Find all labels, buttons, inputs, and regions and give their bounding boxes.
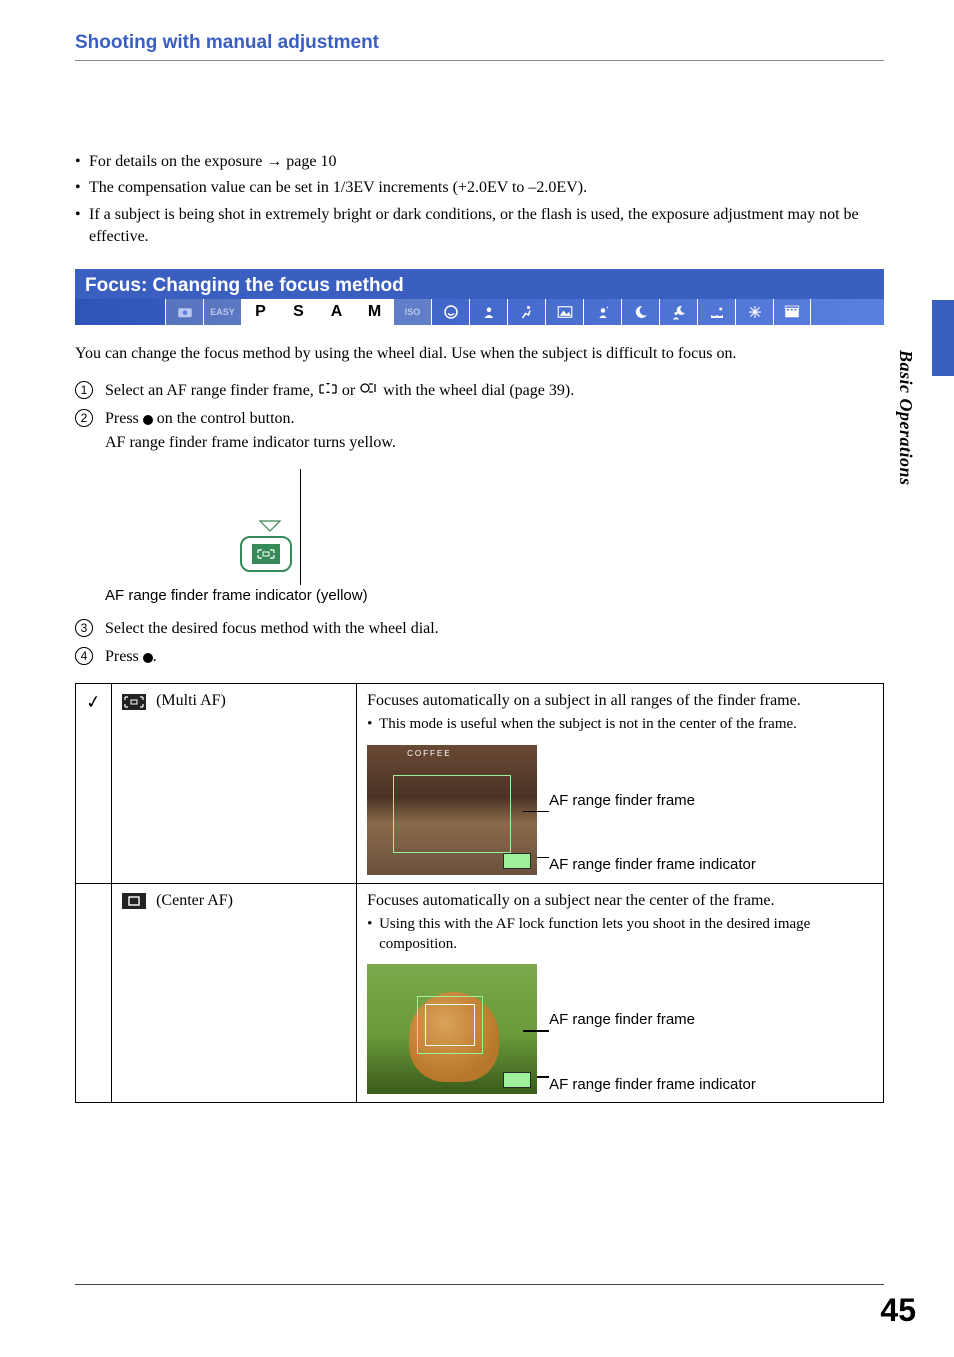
- af-indicator-badge-icon: [503, 1072, 531, 1088]
- af-indicator-badge-icon: [503, 853, 531, 869]
- footer-divider: [75, 1284, 884, 1285]
- focus-heading: Focus: Changing the focus method: [75, 269, 884, 299]
- section-tab: [932, 300, 954, 376]
- step-1-text-b: or: [342, 382, 359, 399]
- multi-af-icon: [122, 694, 146, 710]
- mode-twilight-portrait-icon: [659, 299, 697, 325]
- section-header: Shooting with manual adjustment: [75, 32, 884, 61]
- af-indicator-icon: [252, 544, 280, 564]
- step-3: 3 Select the desired focus method with t…: [75, 617, 884, 641]
- step-3-text: Select the desired focus method with the…: [105, 620, 439, 637]
- indicator-diagram: AF range finder frame indicator (yellow): [105, 469, 884, 609]
- mode-p: P: [241, 299, 279, 325]
- mode-portrait-icon: [469, 299, 507, 325]
- multi-af-note: This mode is useful when the subject is …: [367, 714, 873, 734]
- table-row: (Center AF) Focuses automatically on a s…: [76, 883, 884, 1103]
- table-row: ✓ (Multi AF) Focuses automatically on a …: [76, 684, 884, 883]
- mode-smile-icon: [431, 299, 469, 325]
- thumb-sign: COFFEE: [407, 749, 451, 758]
- center-af-icon: [122, 893, 146, 909]
- focus-intro: You can change the focus method by using…: [75, 343, 884, 365]
- mode-m: M: [355, 299, 393, 325]
- center-af-desc: Focuses automatically on a subject near …: [367, 892, 873, 910]
- center-af-desc-cell: Focuses automatically on a subject near …: [357, 883, 884, 1103]
- center-af-note: Using this with the AF lock function let…: [367, 914, 873, 955]
- step-list-2: 3 Select the desired focus method with t…: [75, 617, 884, 669]
- step-4-text-a: Press: [105, 648, 143, 665]
- mode-landscape-icon: [545, 299, 583, 325]
- mode-iso-icon: ISO: [393, 299, 431, 325]
- mode-beach-icon: [697, 299, 735, 325]
- mode-fireworks-icon: [735, 299, 773, 325]
- mode-camera-icon: [165, 299, 203, 325]
- check-icon: ✓: [85, 691, 103, 714]
- callout-indicator: AF range finder frame indicator: [549, 855, 756, 875]
- multi-af-desc: Focuses automatically on a subject in al…: [367, 692, 873, 710]
- mode-sport-icon: [507, 299, 545, 325]
- step-4-text-b: .: [153, 648, 157, 665]
- center-button-icon: [143, 653, 153, 663]
- step-list: 1 Select an AF range finder frame, or wi…: [75, 379, 884, 455]
- flexible-spot-icon: [318, 379, 338, 403]
- center-af-label-cell: (Center AF): [112, 883, 357, 1103]
- triangle-down-icon: [258, 519, 282, 533]
- mode-movie-icon: [773, 299, 811, 325]
- exposure-notes-list: For details on the exposure → page 10 Th…: [75, 151, 884, 249]
- step-4: 4 Press .: [75, 645, 884, 669]
- center-af-thumb: [367, 964, 537, 1094]
- mode-strip: EASY P S A M ISO: [75, 299, 884, 325]
- center-af-label: (Center AF): [152, 892, 233, 909]
- multi-af-label-cell: (Multi AF): [112, 684, 357, 883]
- step-1: 1 Select an AF range finder frame, or wi…: [75, 379, 884, 403]
- note-item: The compensation value can be set in 1/3…: [75, 177, 884, 199]
- note-item: For details on the exposure → page 10: [75, 151, 884, 173]
- mode-easy: EASY: [203, 299, 241, 325]
- step-2-sub: AF range finder frame indicator turns ye…: [105, 431, 884, 455]
- callout-indicator: AF range finder frame indicator: [549, 1075, 756, 1095]
- focus-methods-table: ✓ (Multi AF) Focuses automatically on a …: [75, 683, 884, 1103]
- diagram-caption: AF range finder frame indicator (yellow): [105, 587, 368, 604]
- multi-af-thumb: COFFEE: [367, 745, 537, 875]
- multi-af-desc-cell: Focuses automatically on a subject in al…: [357, 684, 884, 883]
- mode-s: S: [279, 299, 317, 325]
- default-check: ✓: [76, 684, 112, 883]
- note-item: If a subject is being shot in extremely …: [75, 204, 884, 249]
- semi-manual-icon: [359, 379, 379, 403]
- step-2-text-b: on the control button.: [153, 410, 295, 427]
- page-number: 45: [880, 1292, 916, 1329]
- step-1-text-c: with the wheel dial (page 39).: [383, 382, 574, 399]
- side-label: Basic Operations: [895, 350, 916, 486]
- callout-frame: AF range finder frame: [549, 791, 756, 811]
- multi-af-label: (Multi AF): [152, 692, 226, 709]
- mode-twilight-icon: [621, 299, 659, 325]
- callout-frame: AF range finder frame: [549, 1010, 756, 1030]
- mode-soft-icon: [583, 299, 621, 325]
- mode-a: A: [317, 299, 355, 325]
- step-2: 2 Press on the control button. AF range …: [75, 407, 884, 455]
- step-1-text-a: Select an AF range finder frame,: [105, 382, 318, 399]
- center-button-icon: [143, 415, 153, 425]
- step-2-text-a: Press: [105, 410, 143, 427]
